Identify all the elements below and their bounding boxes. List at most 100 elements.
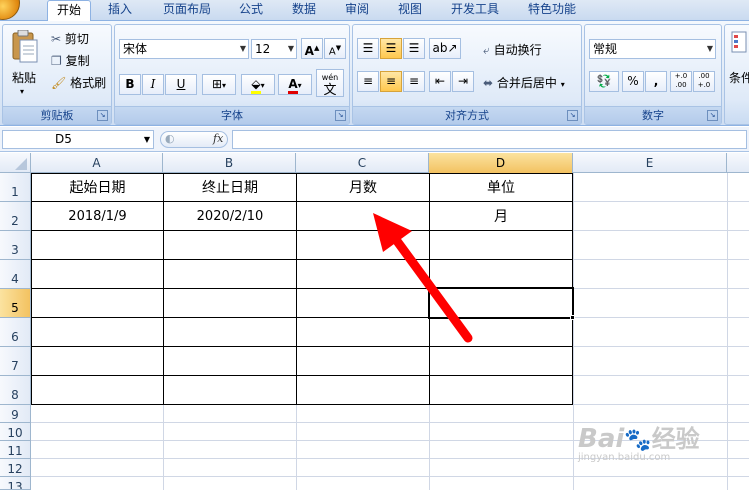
grow-font-button[interactable]: A▲: [301, 38, 323, 59]
clipboard-group: 粘贴 ▾ ✂ 剪切 ❐ 复制 🖌 格式刷 剪贴板 ↘: [2, 24, 112, 125]
align-right-button[interactable]: ≡: [403, 71, 425, 92]
cut-button[interactable]: ✂ 剪切: [51, 30, 89, 47]
align-middle-button[interactable]: ☰: [380, 38, 402, 59]
align-bottom-icon: ☰: [408, 41, 420, 55]
copy-button[interactable]: ❐ 复制: [51, 52, 90, 69]
chevron-down-icon: ▾: [560, 80, 565, 89]
tab-page-layout[interactable]: 页面布局: [152, 0, 222, 21]
tab-review[interactable]: 审阅: [334, 0, 380, 21]
column-header-d[interactable]: D: [429, 153, 573, 173]
insert-function-button[interactable]: fx: [213, 132, 223, 145]
select-all-icon: [15, 158, 27, 170]
align-left-button[interactable]: ≡: [357, 71, 379, 92]
increase-indent-button[interactable]: ⇥: [452, 71, 474, 92]
decrease-indent-icon: ⇤: [434, 74, 446, 88]
phonetic-pinyin: wén: [321, 73, 339, 82]
align-top-icon: ☰: [362, 41, 374, 55]
conditional-format-icon[interactable]: [731, 31, 747, 53]
increase-decimal-button[interactable]: +.0 .00: [670, 71, 692, 92]
borders-button[interactable]: ⊞▾: [202, 74, 236, 95]
tab-home[interactable]: 开始: [47, 0, 91, 23]
merge-icon: ⬌: [483, 76, 494, 90]
wrap-text-button[interactable]: ⤶ 自动换行: [483, 41, 542, 58]
merge-center-label: 合并后居中: [496, 76, 557, 90]
select-all-corner[interactable]: [0, 153, 31, 173]
baidu-watermark: Bai🐾经验 jingyan.baidu.com: [578, 419, 748, 489]
column-header-f[interactable]: [727, 153, 749, 173]
percent-button[interactable]: %: [622, 71, 644, 92]
increase-indent-icon: ⇥: [457, 74, 469, 88]
align-left-icon: ≡: [362, 74, 374, 88]
tab-special[interactable]: 特色功能: [517, 0, 587, 21]
number-format-select[interactable]: 常规 ▼: [589, 39, 716, 59]
orientation-icon: ab↗: [432, 41, 458, 55]
decrease-decimal-button[interactable]: .00 +.0: [693, 71, 715, 92]
conditional-format-button[interactable]: 条件: [729, 69, 749, 86]
chevron-down-icon: ▼: [287, 44, 294, 53]
tab-insert[interactable]: 插入: [97, 0, 143, 21]
tab-view[interactable]: 视图: [387, 0, 433, 21]
tab-formulas[interactable]: 公式: [228, 0, 274, 21]
paste-button[interactable]: 粘贴: [12, 69, 36, 86]
align-top-button[interactable]: ☰: [357, 38, 379, 59]
decrease-indent-button[interactable]: ⇤: [429, 71, 451, 92]
tab-developer[interactable]: 开发工具: [440, 0, 510, 21]
phonetic-button[interactable]: wén 文: [316, 69, 344, 97]
expand-handle-icon[interactable]: ◐: [165, 132, 175, 145]
underline-button[interactable]: U: [165, 74, 197, 95]
clipboard-launcher-icon[interactable]: ↘: [97, 110, 108, 121]
font-launcher-icon[interactable]: ↘: [335, 110, 346, 121]
tab-data[interactable]: 数据: [281, 0, 327, 21]
clipboard-group-label: 剪贴板: [3, 106, 111, 124]
paste-icon[interactable]: [9, 29, 39, 64]
column-header-a[interactable]: A: [31, 153, 163, 173]
watermark-url: jingyan.baidu.com: [578, 452, 671, 463]
align-bottom-button[interactable]: ☰: [403, 38, 425, 59]
fill-color-button[interactable]: ⬙▾: [241, 74, 275, 95]
paste-dropdown-icon[interactable]: ▾: [20, 87, 24, 96]
align-center-button[interactable]: ≡: [380, 71, 402, 92]
align-right-icon: ≡: [408, 74, 420, 88]
font-size-value: 12: [255, 42, 271, 56]
styles-group: 条件: [724, 24, 749, 125]
ribbon-tab-bar: 开始 插入 页面布局 公式 数据 审阅 视图 开发工具 特色功能: [0, 0, 749, 23]
copy-icon: ❐: [51, 54, 62, 68]
merge-center-button[interactable]: ⬌ 合并后居中 ▾: [483, 74, 565, 91]
alignment-group: ☰ ☰ ☰ ab↗ ≡ ≡ ≡ ⇤ ⇥ ⤶ 自动换行 ⬌ 合并后居中 ▾ 对齐方…: [352, 24, 582, 125]
formula-input[interactable]: [232, 130, 747, 149]
borders-icon: ⊞: [211, 77, 223, 91]
alignment-launcher-icon[interactable]: ↘: [567, 110, 578, 121]
paw-icon: 🐾: [624, 428, 652, 453]
wrap-text-label: 自动换行: [493, 43, 542, 57]
fill-bucket-icon: ⬙: [251, 77, 261, 94]
font-group-label: 字体: [115, 106, 349, 124]
shrink-font-button[interactable]: A▼: [324, 38, 346, 59]
column-header-bar: A B C D E: [0, 153, 749, 173]
column-header-b[interactable]: B: [163, 153, 296, 173]
font-name-select[interactable]: 宋体 ▼: [119, 39, 249, 59]
accounting-format-button[interactable]: 💱: [589, 71, 619, 92]
formula-bar-controls: ◐ fx: [160, 131, 228, 148]
bold-button[interactable]: B: [119, 74, 141, 95]
italic-button[interactable]: I: [142, 74, 164, 95]
font-name-value: 宋体: [123, 42, 148, 56]
orientation-button[interactable]: ab↗: [429, 38, 461, 59]
align-middle-icon: ☰: [385, 41, 397, 55]
column-header-c[interactable]: C: [296, 153, 429, 173]
column-header-e[interactable]: E: [573, 153, 727, 173]
format-painter-button[interactable]: 🖌 格式刷: [51, 74, 106, 91]
copy-label: 复制: [65, 54, 90, 68]
brush-icon: 🖌: [51, 76, 67, 90]
scissors-icon: ✂: [51, 32, 62, 46]
font-group: 宋体 ▼ 12 ▼ A▲ A▼ B I U ⊞▾ ⬙▾ A▾ wén 文 字体 …: [114, 24, 350, 125]
alignment-group-label: 对齐方式: [353, 106, 581, 124]
font-size-select[interactable]: 12 ▼: [251, 39, 297, 59]
name-box[interactable]: D5 ▼: [2, 130, 154, 149]
watermark-brand: Bai: [578, 424, 625, 454]
font-color-button[interactable]: A▾: [278, 74, 312, 95]
comma-button[interactable]: ,: [645, 71, 667, 92]
number-launcher-icon[interactable]: ↘: [707, 110, 718, 121]
office-button[interactable]: [0, 0, 20, 20]
number-format-value: 常规: [593, 42, 618, 56]
chevron-down-icon: ▼: [143, 135, 150, 144]
